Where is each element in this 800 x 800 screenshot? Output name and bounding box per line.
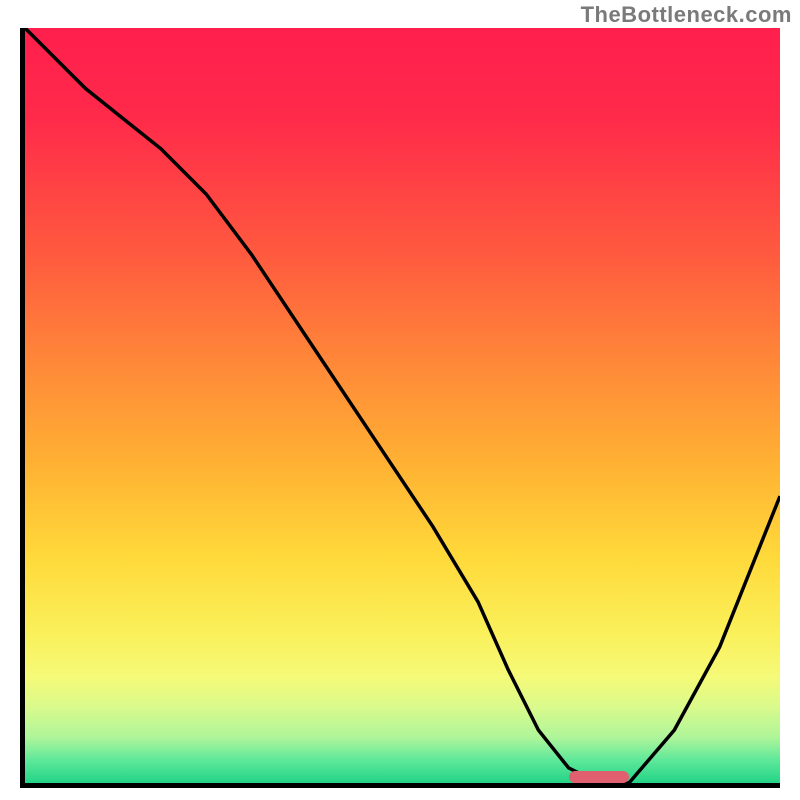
watermark-text: TheBottleneck.com: [581, 2, 792, 28]
plot-area: [20, 28, 780, 788]
curve-layer: [25, 28, 780, 783]
chart-figure: TheBottleneck.com: [0, 0, 800, 800]
optimal-marker: [569, 771, 629, 783]
bottleneck-curve: [25, 28, 780, 783]
